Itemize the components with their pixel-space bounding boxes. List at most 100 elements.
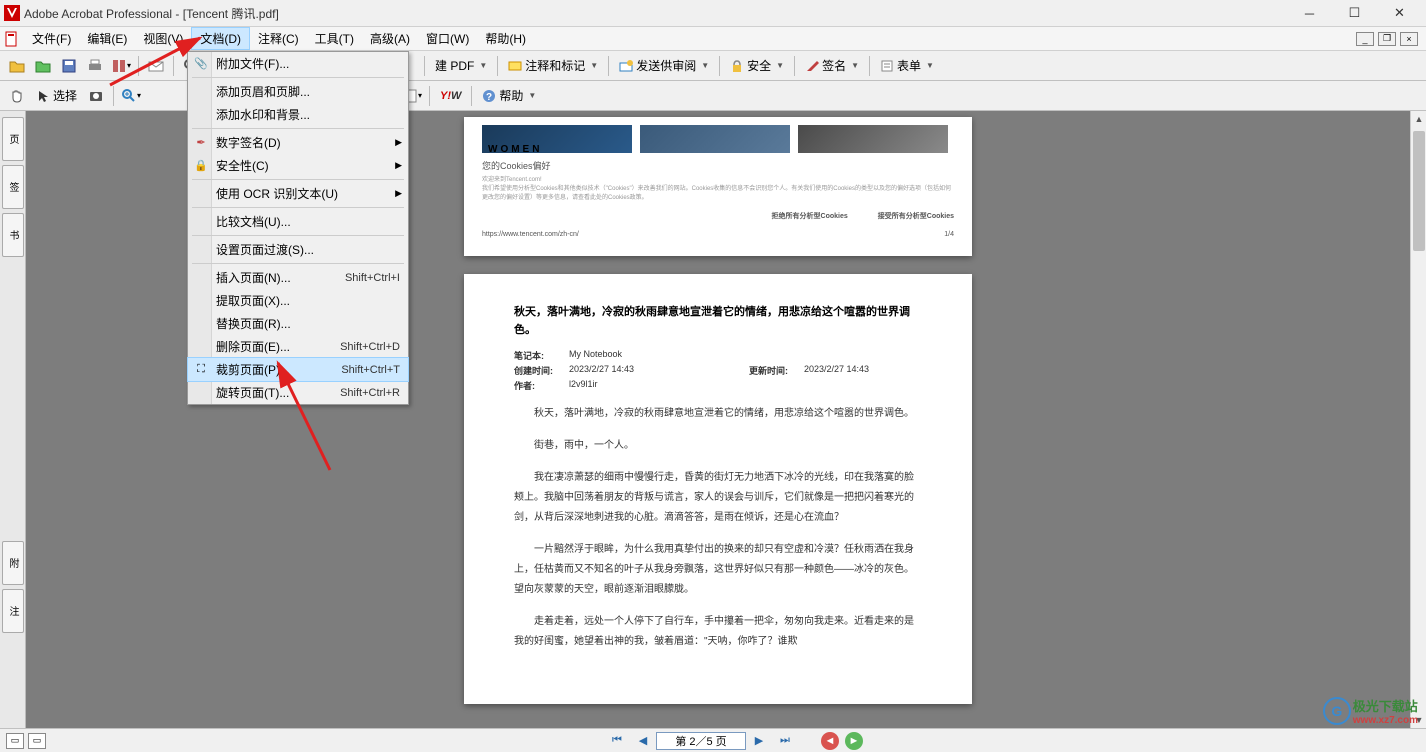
mdi-close[interactable]: × xyxy=(1400,32,1418,46)
created-label: 创建时间: xyxy=(514,364,569,377)
menu-add-header-footer[interactable]: 添加页眉和页脚... xyxy=(188,80,408,103)
document-icon xyxy=(4,31,20,47)
send-review-label: 发送供审阅 xyxy=(636,57,696,74)
menu-replace-pages[interactable]: 替换页面(R)... xyxy=(188,312,408,335)
help-button[interactable]: ?帮助▼ xyxy=(476,85,542,106)
menu-security[interactable]: 🔒安全性(C)▶ xyxy=(188,154,408,177)
menu-extract-pages[interactable]: 提取页面(X)... xyxy=(188,289,408,312)
cookie-welcome: 欢迎来到Tencent.com! xyxy=(482,176,954,185)
select-label: 选择 xyxy=(53,87,77,104)
create-pdf-label: 建 PDF xyxy=(435,57,474,74)
scroll-thumb[interactable] xyxy=(1413,131,1425,251)
para-3: 我在凄凉萧瑟的细雨中慢慢行走，昏黄的街灯无力地洒下冰冷的光线，印在我落寞的脸颊上… xyxy=(514,468,922,528)
cookie-accept-button: 接受所有分析型Cookies xyxy=(878,211,954,221)
forward-view-button[interactable]: ► xyxy=(845,732,863,750)
author-label: 作者: xyxy=(514,379,569,392)
print-button[interactable] xyxy=(83,54,107,78)
email-button[interactable] xyxy=(144,54,168,78)
close-button[interactable]: ✕ xyxy=(1377,0,1422,26)
author-value: l2v9l1ir xyxy=(569,379,598,392)
attachments-tab[interactable]: 附 xyxy=(2,541,24,585)
minimize-button[interactable]: ─ xyxy=(1287,0,1332,26)
para-4: 一片黯然浮于眼眸，为什么我用真挚付出的换来的却只有空虚和冷漠？任秋雨洒在我身上，… xyxy=(514,540,922,600)
vertical-scrollbar[interactable]: ▲ ▼ xyxy=(1410,111,1426,728)
menu-ocr[interactable]: 使用 OCR 识别文本(U)▶ xyxy=(188,182,408,205)
zoom-in-button[interactable]: ▾ xyxy=(119,84,143,108)
select-tool-button[interactable]: 选择 xyxy=(30,85,83,106)
menu-edit[interactable]: 编辑(E) xyxy=(79,28,135,49)
mdi-minimize[interactable]: _ xyxy=(1356,32,1374,46)
mdi-restore[interactable]: ❐ xyxy=(1378,32,1396,46)
lock-icon: 🔒 xyxy=(193,158,209,174)
menubar: 文件(F) 编辑(E) 视图(V) 文档(D) 注释(C) 工具(T) 高级(A… xyxy=(0,27,1426,51)
sign-button[interactable]: 签名▼ xyxy=(799,55,865,76)
pdf-page-2: 秋天，落叶满地，冷寂的秋雨肆意地宣泄着它的情绪，用悲凉给这个喧嚣的世界调色。 笔… xyxy=(464,274,972,704)
next-page-button[interactable]: ▶ xyxy=(748,732,770,750)
view-mode-2-button[interactable]: ▭ xyxy=(28,733,46,749)
navigation-panel: 页 签 书 附 注 xyxy=(0,111,26,728)
menu-rotate-pages[interactable]: 旋转页面(T)...Shift+Ctrl+R xyxy=(188,381,408,404)
maximize-button[interactable]: ☐ xyxy=(1332,0,1377,26)
annotate-label: 注释和标记 xyxy=(525,57,585,74)
signatures-tab[interactable]: 签 xyxy=(2,165,24,209)
yw-button[interactable]: Y!W xyxy=(435,84,466,108)
crop-icon: ⛶ xyxy=(193,362,209,378)
prev-page-button[interactable]: ◀ xyxy=(632,732,654,750)
security-button[interactable]: 安全▼ xyxy=(724,55,790,76)
open-button[interactable] xyxy=(5,54,29,78)
menu-view[interactable]: 视图(V) xyxy=(135,28,191,49)
window-controls: ─ ☐ ✕ xyxy=(1287,0,1422,26)
pen-icon: ✒ xyxy=(193,135,209,151)
cookie-reject-button: 拒绝所有分析型Cookies xyxy=(772,211,848,221)
menu-help[interactable]: 帮助(H) xyxy=(477,28,534,49)
paperclip-icon: 📎 xyxy=(193,56,209,72)
first-page-button[interactable]: ⏮ xyxy=(606,732,628,750)
organizer-button[interactable]: ▾ xyxy=(109,54,133,78)
watermark-text: 极光下载站 xyxy=(1353,696,1418,715)
page1-number: 1/4 xyxy=(944,231,954,238)
view-mode-1-button[interactable]: ▭ xyxy=(6,733,24,749)
sign-label: 签名 xyxy=(822,57,846,74)
submenu-arrow-icon: ▶ xyxy=(395,160,402,171)
menu-window[interactable]: 窗口(W) xyxy=(418,28,477,49)
pdf-page-1: 您的Cookies偏好 欢迎来到Tencent.com! 我们希望使用分析型Co… xyxy=(464,117,972,256)
menu-document[interactable]: 文档(D) xyxy=(191,27,250,50)
header-image-1 xyxy=(482,125,632,153)
back-view-button[interactable]: ◄ xyxy=(821,732,839,750)
save-button[interactable] xyxy=(57,54,81,78)
submenu-arrow-icon: ▶ xyxy=(395,188,402,199)
menu-insert-pages[interactable]: 插入页面(N)...Shift+Ctrl+I xyxy=(188,266,408,289)
hand-tool-button[interactable] xyxy=(5,84,29,108)
snapshot-tool-button[interactable] xyxy=(84,84,108,108)
menu-delete-pages[interactable]: 删除页面(E)...Shift+Ctrl+D xyxy=(188,335,408,358)
menu-attach-file[interactable]: 📎附加文件(F)... xyxy=(188,52,408,75)
comments-tab[interactable]: 注 xyxy=(2,589,24,633)
menu-crop-pages[interactable]: ⛶裁剪页面(P)...Shift+Ctrl+T xyxy=(188,358,408,381)
watermark-logo-icon: G xyxy=(1323,697,1351,725)
updated-value: 2023/2/27 14:43 xyxy=(804,364,869,377)
last-page-button[interactable]: ⏭ xyxy=(774,732,796,750)
scroll-up-icon[interactable]: ▲ xyxy=(1411,111,1426,127)
menu-add-watermark[interactable]: 添加水印和背景... xyxy=(188,103,408,126)
menu-comment[interactable]: 注释(C) xyxy=(250,28,307,49)
annotate-button[interactable]: 注释和标记▼ xyxy=(502,55,604,76)
menu-tools[interactable]: 工具(T) xyxy=(307,28,362,49)
watermark-url: www.xz7.com xyxy=(1353,715,1418,726)
folder-button[interactable] xyxy=(31,54,55,78)
pages-tab[interactable]: 页 xyxy=(2,117,24,161)
para-5: 走着走着，远处一个人停下了自行车，手中攥着一把伞，匆匆向我走来。近看走来的是我的… xyxy=(514,612,922,652)
menu-advanced[interactable]: 高级(A) xyxy=(362,28,418,49)
page-number-input[interactable] xyxy=(656,732,746,750)
menu-page-transitions[interactable]: 设置页面过渡(S)... xyxy=(188,238,408,261)
menu-compare-docs[interactable]: 比较文档(U)... xyxy=(188,210,408,233)
menu-digital-signature[interactable]: ✒数字签名(D)▶ xyxy=(188,131,408,154)
send-review-button[interactable]: 发送供审阅▼ xyxy=(613,55,715,76)
bookmarks-tab[interactable]: 书 xyxy=(2,213,24,257)
help-label: 帮助 xyxy=(499,87,523,104)
page1-url: https://www.tencent.com/zh-cn/ xyxy=(482,231,579,238)
create-pdf-button[interactable]: 建 PDF▼ xyxy=(429,55,493,76)
statusbar: ▭ ▭ ⏮ ◀ ▶ ⏭ ◄ ► xyxy=(0,728,1426,752)
menu-file[interactable]: 文件(F) xyxy=(24,28,79,49)
forms-button[interactable]: 表单▼ xyxy=(874,55,940,76)
page2-title: 秋天，落叶满地，冷寂的秋雨肆意地宣泄着它的情绪，用悲凉给这个喧嚣的世界调色。 xyxy=(514,304,922,339)
